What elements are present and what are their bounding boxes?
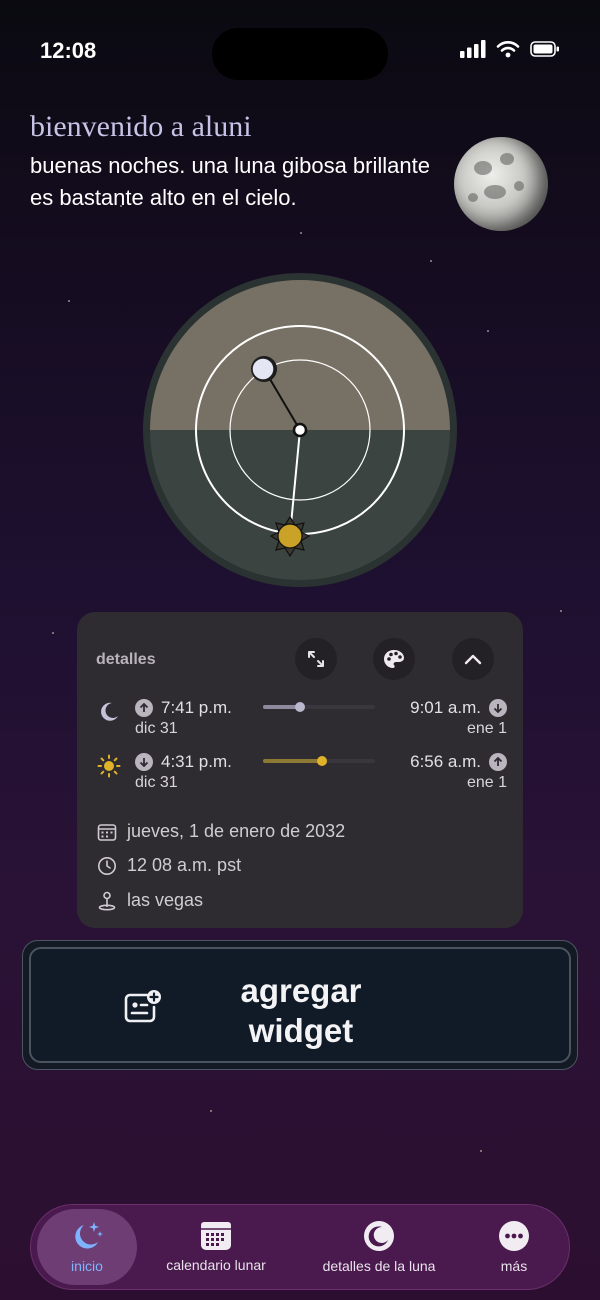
page-title: bienvenido a aluni	[30, 110, 252, 143]
greeting-text: buenas noches. una luna gibosa brillante…	[30, 153, 430, 210]
wifi-icon	[496, 41, 520, 58]
add-widget-label-line2: widget	[248, 1012, 354, 1049]
chevron-up-icon	[464, 654, 482, 665]
tab-detalles-de-la-luna[interactable]: detalles de la luna	[311, 1209, 447, 1285]
greeting-header: bienvenido a aluni buenas noches. una lu…	[30, 110, 430, 214]
sunrise-date: ene 1	[466, 774, 507, 791]
moonrise-time: 7:41 p.m.	[135, 698, 232, 718]
moonrise-date: dic 31	[135, 720, 178, 737]
theme-button[interactable]	[373, 638, 415, 680]
status-bar: 12:08	[0, 0, 600, 100]
calendar-icon	[97, 823, 117, 841]
moonset-date: ene 1	[466, 720, 507, 737]
moon-marker	[251, 357, 275, 381]
clock-icon	[98, 856, 116, 875]
sunset-date: dic 31	[135, 774, 178, 791]
more-icon	[499, 1221, 529, 1251]
current-location: las vegas	[127, 890, 204, 910]
tab-inicio[interactable]: inicio	[37, 1209, 137, 1285]
location-pin-icon	[98, 891, 116, 911]
moon-icon	[101, 702, 118, 721]
sun-progress-knob	[317, 756, 328, 766]
collapse-button[interactable]	[452, 638, 494, 680]
add-widget-button[interactable]: agregar widget	[22, 940, 578, 1070]
tab-label: detalles de la luna	[322, 1258, 436, 1274]
moon-icon	[364, 1221, 394, 1251]
arrow-up-icon	[489, 753, 507, 771]
status-icons	[460, 40, 560, 58]
sky-above-horizon	[150, 280, 450, 430]
moonset-time-label: 9:01 a.m.	[410, 698, 481, 717]
sunset-time-label: 4:31 p.m.	[161, 752, 232, 771]
expand-icon	[308, 651, 324, 667]
dial-center	[292, 422, 308, 438]
details-card: detalles 7:41 p.m. dic 31 9:01 a.m. ene …	[77, 612, 523, 928]
expand-button[interactable]	[295, 638, 337, 680]
sun-progress-fill	[263, 759, 323, 763]
signal-icon	[460, 40, 486, 58]
sky-position-dial[interactable]	[143, 273, 457, 587]
add-widget-label-line1: agregar	[240, 972, 362, 1009]
moon-stars-icon	[75, 1222, 103, 1249]
current-time: 12 08 a.m. pst	[127, 855, 242, 875]
sun-marker	[269, 515, 311, 558]
moon-progress-track	[263, 702, 375, 712]
arrow-down-icon	[489, 699, 507, 717]
sun-times-row: 4:31 p.m. dic 31 6:56 a.m. ene 1	[97, 752, 507, 798]
dynamic-island	[212, 28, 388, 80]
date-line: jueves, 1 de enero de 2032	[97, 821, 345, 842]
current-date: jueves, 1 de enero de 2032	[127, 821, 346, 841]
tab-bar: inicio calendario lunar detalles de la l…	[30, 1204, 570, 1290]
moon-phase-image[interactable]	[454, 137, 548, 231]
battery-icon	[530, 41, 559, 57]
tab-mas[interactable]: más	[481, 1209, 547, 1285]
add-widget-icon	[124, 990, 161, 1023]
tab-calendario-lunar[interactable]: calendario lunar	[155, 1209, 277, 1285]
moonrise-time-label: 7:41 p.m.	[161, 698, 232, 717]
moon-progress-knob	[294, 702, 305, 712]
arrow-up-icon	[135, 699, 153, 717]
details-label: detalles	[96, 651, 156, 668]
tab-label: calendario lunar	[166, 1257, 266, 1273]
palette-icon	[384, 650, 404, 668]
sunrise-time: 6:56 a.m.	[410, 752, 507, 772]
moonset-time: 9:01 a.m.	[410, 698, 507, 718]
add-widget-label: agregar widget	[201, 971, 401, 1051]
sunrise-time-label: 6:56 a.m.	[410, 752, 481, 771]
moon-times-row: 7:41 p.m. dic 31 9:01 a.m. ene 1	[97, 698, 507, 744]
sunset-time: 4:31 p.m.	[135, 752, 232, 772]
sun-icon	[97, 754, 121, 778]
arrow-down-icon	[135, 753, 153, 771]
location-line: las vegas	[97, 890, 203, 911]
sky-below-horizon	[150, 430, 450, 580]
sun-progress-track	[263, 756, 375, 766]
tab-label: más	[500, 1258, 528, 1274]
tab-label: inicio	[71, 1258, 103, 1274]
time-line: 12 08 a.m. pst	[97, 855, 241, 876]
status-time: 12:08	[40, 38, 97, 63]
add-widget-button-inner: agregar widget	[29, 947, 571, 1063]
calendar-icon	[201, 1222, 231, 1250]
